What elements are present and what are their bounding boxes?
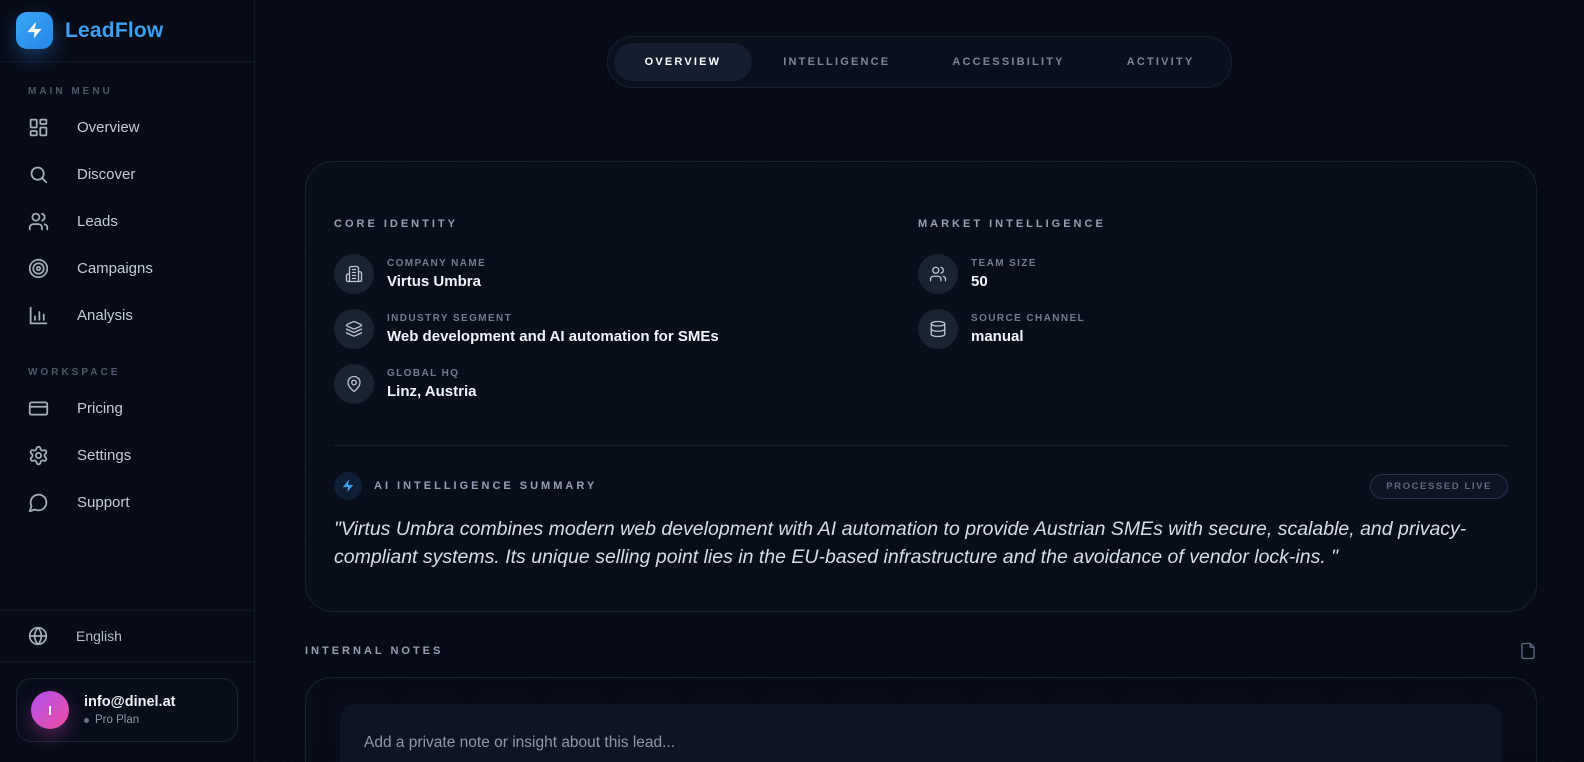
global-hq-value: Linz, Austria: [387, 383, 476, 400]
sidebar-item-label: Leads: [77, 213, 118, 230]
sidebar-item-settings[interactable]: Settings: [0, 432, 254, 479]
bar-chart-icon: [28, 305, 49, 326]
field-team-size: TEAM SIZE 50: [918, 254, 1508, 294]
sidebar-item-campaigns[interactable]: Campaigns: [0, 245, 254, 292]
sidebar-item-label: Pricing: [77, 400, 123, 417]
sidebar-item-discover[interactable]: Discover: [0, 151, 254, 198]
sidebar-item-label: Support: [77, 494, 130, 511]
tab-accessibility[interactable]: ACCESSIBILITY: [921, 43, 1095, 81]
chat-bubble-icon: [28, 492, 49, 513]
section-label-workspace: WORKSPACE: [0, 339, 254, 385]
brand-name: LeadFlow: [65, 19, 163, 43]
database-icon: [918, 309, 958, 349]
plan-label: Pro Plan: [95, 714, 139, 726]
tab-activity[interactable]: ACTIVITY: [1096, 43, 1226, 81]
sidebar-item-overview[interactable]: Overview: [0, 104, 254, 151]
note-input[interactable]: [340, 704, 1502, 762]
user-info: info@dinel.at Pro Plan: [84, 694, 175, 726]
document-icon[interactable]: [1519, 642, 1537, 660]
language-selector[interactable]: English: [0, 610, 254, 662]
source-channel-value: manual: [971, 328, 1085, 345]
team-size-value: 50: [971, 273, 1037, 290]
company-name-value: Virtus Umbra: [387, 273, 486, 290]
search-icon: [28, 164, 49, 185]
sidebar: LeadFlow MAIN MENU Overview Discover: [0, 0, 255, 762]
user-account-card[interactable]: I info@dinel.at Pro Plan: [16, 678, 238, 742]
layers-icon: [334, 309, 374, 349]
users-icon: [918, 254, 958, 294]
market-intelligence-title: MARKET INTELLIGENCE: [918, 218, 1508, 230]
sidebar-item-label: Campaigns: [77, 260, 153, 277]
lightning-logo-icon: [16, 12, 53, 49]
ai-summary-quote: "Virtus Umbra combines modern web develo…: [306, 500, 1536, 611]
building-icon: [334, 254, 374, 294]
field-label: SOURCE CHANNEL: [971, 313, 1085, 324]
gear-icon: [28, 445, 49, 466]
internal-notes-header: INTERNAL NOTES: [305, 642, 1537, 660]
field-global-hq: GLOBAL HQ Linz, Austria: [334, 364, 918, 404]
field-industry-segment: INDUSTRY SEGMENT Web development and AI …: [334, 309, 918, 349]
sidebar-item-label: Discover: [77, 166, 135, 183]
main-content: OVERVIEW INTELLIGENCE ACCESSIBILITY ACTI…: [255, 0, 1584, 762]
tab-overview[interactable]: OVERVIEW: [614, 43, 753, 81]
field-source-channel: SOURCE CHANNEL manual: [918, 309, 1508, 349]
internal-notes-card: [305, 677, 1537, 762]
map-pin-icon: [334, 364, 374, 404]
field-label: GLOBAL HQ: [387, 368, 476, 379]
sidebar-item-pricing[interactable]: Pricing: [0, 385, 254, 432]
field-label: INDUSTRY SEGMENT: [387, 313, 719, 324]
core-identity-section: CORE IDENTITY COMPANY NAME Virtus Umbra: [334, 218, 918, 419]
users-icon: [28, 211, 49, 232]
dashboard-icon: [28, 117, 49, 138]
sidebar-item-analysis[interactable]: Analysis: [0, 292, 254, 339]
ai-lightning-icon: [334, 472, 362, 500]
field-company-name: COMPANY NAME Virtus Umbra: [334, 254, 918, 294]
sidebar-nav: MAIN MENU Overview Discover Leads: [0, 62, 254, 526]
tab-intelligence[interactable]: INTELLIGENCE: [752, 43, 921, 81]
ai-summary-header: AI INTELLIGENCE SUMMARY PROCESSED LIVE: [306, 446, 1536, 500]
processed-live-badge: PROCESSED LIVE: [1370, 474, 1508, 499]
industry-segment-value: Web development and AI automation for SM…: [387, 328, 719, 345]
field-label: COMPANY NAME: [387, 258, 486, 269]
ai-summary-title: AI INTELLIGENCE SUMMARY: [374, 480, 597, 492]
user-plan: Pro Plan: [84, 714, 175, 726]
app-root: LeadFlow MAIN MENU Overview Discover: [0, 0, 1584, 762]
sidebar-item-support[interactable]: Support: [0, 479, 254, 526]
field-label: TEAM SIZE: [971, 258, 1037, 269]
plan-status-dot: [84, 718, 89, 723]
target-icon: [28, 258, 49, 279]
sidebar-item-label: Analysis: [77, 307, 133, 324]
avatar: I: [31, 691, 69, 729]
sidebar-item-label: Overview: [77, 119, 140, 136]
core-identity-title: CORE IDENTITY: [334, 218, 918, 230]
section-label-main-menu: MAIN MENU: [0, 72, 254, 104]
market-intelligence-section: MARKET INTELLIGENCE TEAM SIZE 50: [918, 218, 1508, 419]
brand-logo[interactable]: LeadFlow: [0, 0, 254, 62]
internal-notes-title: INTERNAL NOTES: [305, 645, 443, 657]
language-label: English: [76, 628, 122, 644]
globe-icon: [28, 626, 48, 646]
credit-card-icon: [28, 398, 49, 419]
lead-detail-card: CORE IDENTITY COMPANY NAME Virtus Umbra: [305, 161, 1537, 612]
sidebar-item-label: Settings: [77, 447, 131, 464]
user-email: info@dinel.at: [84, 694, 175, 710]
sidebar-item-leads[interactable]: Leads: [0, 198, 254, 245]
tab-bar: OVERVIEW INTELLIGENCE ACCESSIBILITY ACTI…: [607, 36, 1233, 88]
